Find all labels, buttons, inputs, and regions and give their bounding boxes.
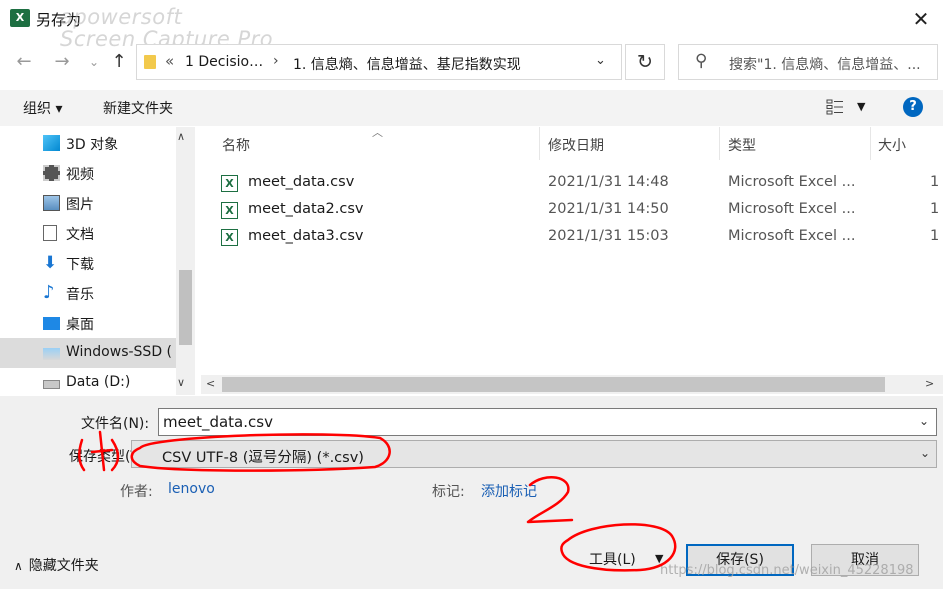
tags-label: 标记: xyxy=(432,484,465,500)
music-icon: ♪ xyxy=(43,282,55,303)
recent-dropdown-icon[interactable]: ⌄ xyxy=(80,48,108,76)
author-label: 作者: xyxy=(120,484,153,500)
drive-icon xyxy=(43,348,60,360)
breadcrumb-decision[interactable]: 1 Decisio… xyxy=(185,54,263,70)
tools-label: 工具(L) xyxy=(589,552,636,568)
nav-item-video[interactable]: 视频 xyxy=(0,158,176,188)
file-name: meet_data2.csv xyxy=(248,201,364,217)
nav-item-windows-ssd[interactable]: Windows-SSD ( xyxy=(0,338,176,368)
file-row[interactable]: X meet_data3.csv 2021/1/31 15:03 Microso… xyxy=(216,223,943,250)
file-row[interactable]: X meet_data.csv 2021/1/31 14:48 Microsof… xyxy=(216,169,943,196)
chevron-double-left-icon[interactable]: « xyxy=(165,52,174,70)
file-size: 1 xyxy=(930,228,940,244)
breadcrumb-separator[interactable]: › xyxy=(273,53,279,69)
help-icon[interactable]: ? xyxy=(903,97,923,117)
excel-file-icon: X xyxy=(221,202,238,219)
filename-input[interactable]: meet_data.csv ⌄ xyxy=(158,408,937,436)
nav-item-documents[interactable]: 文档 xyxy=(0,218,176,248)
filetype-value: CSV UTF-8 (逗号分隔) (*.csv) xyxy=(162,450,364,466)
column-divider[interactable] xyxy=(719,127,720,160)
author-value[interactable]: lenovo xyxy=(168,481,215,497)
scroll-left-icon[interactable]: < xyxy=(206,377,215,390)
hide-folders-label: 隐藏文件夹 xyxy=(28,558,99,574)
folder-icon xyxy=(144,55,156,69)
address-bar[interactable]: « 1 Decisio… › 1. 信息熵、信息增益、基尼指数实现 ⌄ xyxy=(136,44,622,80)
file-name: meet_data.csv xyxy=(248,174,355,190)
chevron-down-icon[interactable]: ⌄ xyxy=(595,53,606,68)
nav-item-desktop[interactable]: 桌面 xyxy=(0,308,176,338)
forward-arrow-icon[interactable]: → xyxy=(48,48,76,76)
search-placeholder: 搜索"1. 信息熵、信息增益、... xyxy=(729,57,921,73)
column-header-name[interactable]: 名称 xyxy=(222,135,250,155)
filetype-select[interactable]: CSV UTF-8 (逗号分隔) (*.csv) ⌄ xyxy=(131,440,937,468)
file-modified: 2021/1/31 14:50 xyxy=(548,201,669,217)
drive-icon xyxy=(43,380,60,389)
up-arrow-icon[interactable]: ↑ xyxy=(105,48,133,76)
scroll-up-icon[interactable]: ∧ xyxy=(177,130,185,143)
chevron-up-icon: ∧ xyxy=(14,559,23,573)
nav-item-3d-objects[interactable]: 3D 对象 xyxy=(0,128,176,158)
3d-objects-icon xyxy=(43,135,60,151)
column-header-size[interactable]: 大小 xyxy=(878,135,906,155)
url-watermark: https://blog.csdn.net/weixin_45228198 xyxy=(660,563,914,578)
chevron-down-icon[interactable]: ⌄ xyxy=(920,446,930,460)
file-size: 1 xyxy=(930,174,940,190)
nav-scroll-thumb[interactable] xyxy=(179,270,192,345)
hide-folders-button[interactable]: ∧ 隐藏文件夹 xyxy=(14,555,99,575)
search-input[interactable]: ⚲ 搜索"1. 信息熵、信息增益、... xyxy=(678,44,938,80)
nav-item-pictures[interactable]: 图片 xyxy=(0,188,176,218)
file-name: meet_data3.csv xyxy=(248,228,364,244)
nav-item-data-d[interactable]: Data (D:) xyxy=(0,368,176,398)
column-divider[interactable] xyxy=(870,127,871,160)
add-tags-link[interactable]: 添加标记 xyxy=(481,481,537,501)
filename-value: meet_data.csv xyxy=(163,413,273,431)
chevron-down-icon[interactable]: ⌄ xyxy=(919,414,929,428)
refresh-button[interactable]: ↻ xyxy=(625,44,665,80)
file-type: Microsoft Excel ... xyxy=(728,228,856,244)
column-header-type[interactable]: 类型 xyxy=(728,135,756,155)
excel-file-icon: X xyxy=(221,229,238,246)
download-icon: ⬇ xyxy=(43,253,58,273)
navigation-pane: 3D 对象 视频 图片 文档 ⬇ 下载 ♪ 音乐 桌面 Windows-SSD … xyxy=(0,127,196,395)
horizontal-scroll-thumb[interactable] xyxy=(222,377,885,392)
file-type: Microsoft Excel ... xyxy=(728,174,856,190)
file-type: Microsoft Excel ... xyxy=(728,201,856,217)
breadcrumb-current-folder[interactable]: 1. 信息熵、信息增益、基尼指数实现 xyxy=(293,54,521,74)
scroll-right-icon[interactable]: > xyxy=(925,377,934,390)
file-modified: 2021/1/31 15:03 xyxy=(548,228,669,244)
documents-icon xyxy=(43,225,57,241)
close-button[interactable]: ✕ xyxy=(905,6,937,32)
back-arrow-icon[interactable]: ← xyxy=(10,48,38,76)
filename-label: 文件名(N): xyxy=(81,416,150,432)
tools-button[interactable]: 工具(L) ▼ xyxy=(589,549,669,571)
pictures-icon xyxy=(43,195,60,211)
view-dropdown-icon[interactable]: ▼ xyxy=(857,100,865,113)
file-size: 1 xyxy=(930,201,940,217)
desktop-icon xyxy=(43,317,60,330)
organize-button[interactable]: 组织 ▾ xyxy=(23,98,62,118)
excel-file-icon: X xyxy=(221,175,238,192)
nav-item-music[interactable]: ♪ 音乐 xyxy=(0,278,176,308)
nav-item-downloads[interactable]: ⬇ 下载 xyxy=(0,248,176,278)
file-modified: 2021/1/31 14:48 xyxy=(548,174,669,190)
search-icon: ⚲ xyxy=(695,51,708,71)
excel-app-icon: X xyxy=(10,9,30,27)
scroll-down-icon[interactable]: ∨ xyxy=(177,376,185,389)
file-row[interactable]: X meet_data2.csv 2021/1/31 14:50 Microso… xyxy=(216,196,943,223)
nav-scrollbar[interactable] xyxy=(176,127,195,395)
view-options-icon[interactable] xyxy=(826,99,844,115)
column-header-modified[interactable]: 修改日期 xyxy=(548,135,604,155)
sort-ascending-icon: ︿ xyxy=(372,126,383,139)
video-icon xyxy=(43,165,60,181)
file-list: 名称 修改日期 类型 大小 X meet_data.csv 2021/1/31 … xyxy=(196,127,943,395)
column-divider[interactable] xyxy=(539,127,540,160)
new-folder-button[interactable]: 新建文件夹 xyxy=(103,98,173,118)
